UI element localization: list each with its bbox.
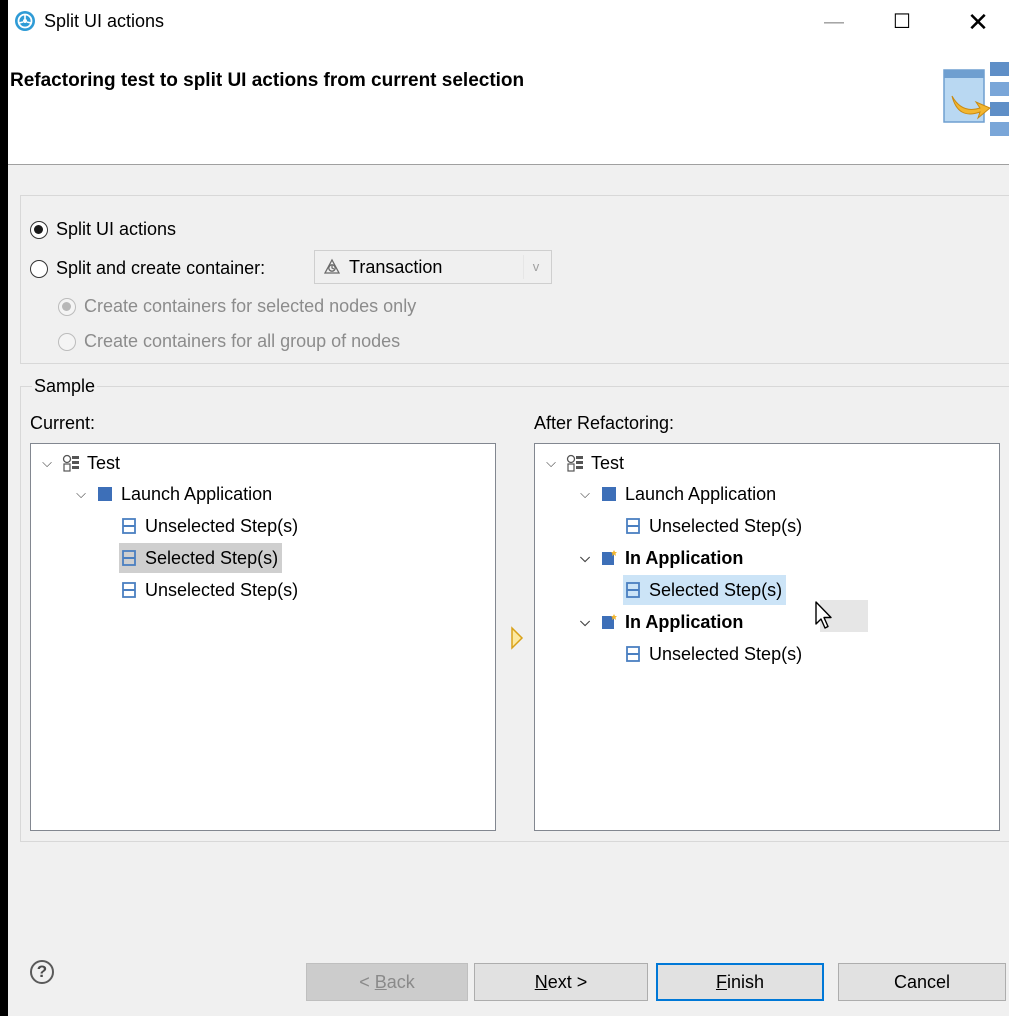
tree-node-step[interactable]: Unselected Step(s) bbox=[119, 511, 302, 541]
container-type-value: Transaction bbox=[349, 257, 443, 277]
help-button[interactable]: ? bbox=[30, 960, 54, 984]
chevron-down-icon[interactable]: ⌵ bbox=[543, 455, 559, 471]
tree-node-label: Launch Application bbox=[121, 483, 273, 504]
tree-node-step-selected[interactable]: Selected Step(s) bbox=[119, 543, 283, 573]
tree-node-label: Selected Step(s) bbox=[649, 579, 783, 600]
window-title: Split UI actions bbox=[44, 11, 165, 31]
transfer-arrow-icon bbox=[511, 626, 524, 650]
tree-node-in-application[interactable]: ⌵ In Application bbox=[577, 543, 747, 573]
tree-node-label: Test bbox=[591, 452, 625, 473]
tree-node-step[interactable]: Unselected Step(s) bbox=[119, 575, 302, 605]
sample-legend: Sample bbox=[32, 376, 98, 397]
container-icon bbox=[98, 487, 112, 501]
mouse-cursor-icon bbox=[815, 601, 832, 629]
tree-node-test[interactable]: ⌵ Test bbox=[543, 448, 628, 478]
new-container-icon bbox=[602, 550, 617, 565]
minimize-button[interactable]: — bbox=[812, 6, 856, 38]
maximize-button[interactable]: ☐ bbox=[880, 6, 924, 38]
close-button[interactable]: ✕ bbox=[956, 6, 1000, 38]
cancel-button[interactable]: Cancel bbox=[838, 963, 1006, 1001]
step-icon bbox=[626, 582, 640, 598]
tree-node-label: Selected Step(s) bbox=[145, 547, 279, 568]
split-ui-actions-radio[interactable]: Split UI actions bbox=[30, 219, 176, 240]
back-prefix: < bbox=[359, 972, 375, 992]
step-icon bbox=[626, 646, 640, 662]
next-button[interactable]: Next > bbox=[474, 963, 648, 1001]
test-icon bbox=[62, 454, 79, 472]
radio-indicator[interactable] bbox=[30, 220, 48, 239]
page-title: Refactoring test to split UI actions fro… bbox=[10, 70, 525, 91]
tree-node-launch-application[interactable]: ⌵ Launch Application bbox=[577, 479, 780, 509]
step-icon bbox=[122, 518, 136, 534]
all-group-of-nodes-radio[interactable]: Create containers for all group of nodes bbox=[58, 331, 400, 352]
after-refactoring-label: After Refactoring: bbox=[534, 413, 675, 433]
current-tree[interactable]: ⌵ Test ⌵ Launch Application Unselected S… bbox=[30, 443, 496, 831]
finish-rest: inish bbox=[726, 972, 765, 992]
selected-nodes-only-label: Create containers for selected nodes onl… bbox=[84, 296, 417, 316]
tree-node-in-application[interactable]: ⌵ In Application bbox=[577, 607, 747, 637]
split-ui-actions-label: Split UI actions bbox=[56, 219, 177, 239]
container-icon bbox=[602, 487, 616, 501]
chevron-down-icon[interactable]: ⌵ bbox=[577, 550, 593, 566]
transaction-icon bbox=[323, 258, 341, 274]
app-icon bbox=[15, 11, 35, 31]
tree-node-label: Launch Application bbox=[625, 483, 777, 504]
title-bar: Split UI actions — ☐ ✕ bbox=[8, 0, 1009, 44]
back-button[interactable]: < Back bbox=[306, 963, 468, 1001]
tree-node-label: Unselected Step(s) bbox=[145, 579, 299, 600]
tree-node-label: Unselected Step(s) bbox=[649, 643, 803, 664]
container-type-combo[interactable]: Transaction v bbox=[314, 250, 552, 284]
finish-button[interactable]: Finish bbox=[656, 963, 824, 1001]
tree-node-test[interactable]: ⌵ Test bbox=[39, 448, 124, 478]
tree-node-step-selected[interactable]: Selected Step(s) bbox=[623, 575, 787, 605]
step-icon bbox=[122, 582, 136, 598]
test-icon bbox=[566, 454, 583, 472]
refactor-wizard-icon bbox=[943, 62, 1009, 136]
next-rest: ext > bbox=[547, 972, 588, 992]
next-mnemonic: N bbox=[534, 972, 548, 992]
split-and-create-label: Split and create container: bbox=[56, 258, 266, 278]
back-mnemonic: B bbox=[374, 972, 387, 992]
selected-nodes-only-radio[interactable]: Create containers for selected nodes onl… bbox=[58, 296, 416, 317]
tree-node-label: In Application bbox=[625, 611, 744, 632]
tree-node-label: Test bbox=[87, 452, 121, 473]
new-container-icon bbox=[602, 614, 617, 629]
step-icon bbox=[626, 518, 640, 534]
tree-node-label: In Application bbox=[625, 547, 744, 568]
radio-indicator[interactable] bbox=[58, 332, 76, 351]
tree-node-label: Unselected Step(s) bbox=[649, 515, 803, 536]
tree-node-step[interactable]: Unselected Step(s) bbox=[623, 639, 806, 669]
radio-indicator[interactable] bbox=[30, 259, 48, 278]
tree-node-step[interactable]: Unselected Step(s) bbox=[623, 511, 806, 541]
radio-indicator[interactable] bbox=[58, 297, 76, 316]
all-group-of-nodes-label: Create containers for all group of nodes bbox=[84, 331, 401, 351]
split-and-create-radio[interactable]: Split and create container: bbox=[30, 258, 265, 279]
chevron-down-icon[interactable]: ⌵ bbox=[39, 455, 55, 471]
current-label: Current: bbox=[30, 413, 96, 433]
tree-node-label: Unselected Step(s) bbox=[145, 515, 299, 536]
step-icon bbox=[122, 550, 136, 566]
chevron-down-icon[interactable]: v bbox=[523, 255, 548, 279]
chevron-down-icon[interactable]: ⌵ bbox=[73, 486, 89, 502]
after-refactoring-tree[interactable]: ⌵ Test ⌵ Launch Application Unselected S… bbox=[534, 443, 1000, 831]
back-rest: ack bbox=[386, 972, 415, 992]
dialog-window: Split UI actions — ☐ ✕ Refactoring test … bbox=[8, 0, 1009, 1016]
finish-mnemonic: F bbox=[715, 972, 727, 992]
chevron-down-icon[interactable]: ⌵ bbox=[577, 614, 593, 630]
wizard-header: Refactoring test to split UI actions fro… bbox=[8, 44, 1009, 165]
chevron-down-icon[interactable]: ⌵ bbox=[577, 486, 593, 502]
tree-node-launch-application[interactable]: ⌵ Launch Application bbox=[73, 479, 276, 509]
